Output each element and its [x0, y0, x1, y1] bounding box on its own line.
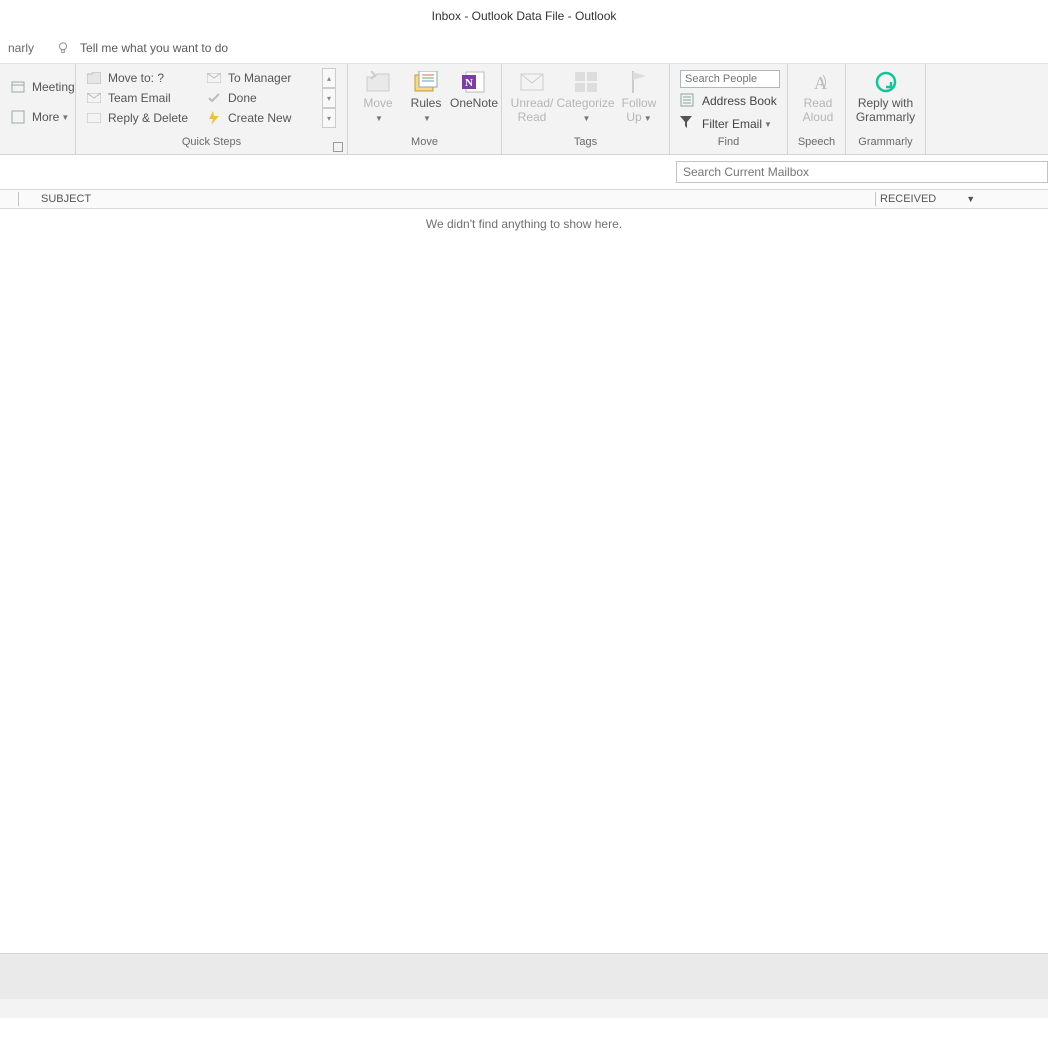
move-button[interactable]: Move▼ [354, 68, 402, 128]
qs-scroll-down[interactable]: ▾ [322, 88, 336, 108]
address-book-button[interactable]: Address Book [680, 91, 780, 111]
qs-teamemail[interactable]: Team Email [82, 88, 202, 108]
group-label-blank [0, 136, 75, 154]
qs-moveto[interactable]: Move to: ? [82, 68, 202, 88]
status-bar [0, 953, 1048, 999]
filter-email-button[interactable]: Filter Email ▼ [680, 114, 780, 134]
col-subject[interactable]: SUBJECT [41, 193, 871, 205]
lightning-icon [206, 110, 222, 126]
followup-button[interactable]: FollowUp▼ [615, 68, 663, 128]
meeting-button[interactable]: Meeting [6, 77, 79, 97]
qs-scroll-up[interactable]: ▴ [322, 68, 336, 88]
quicksteps-dialog-launcher[interactable] [333, 142, 343, 152]
chevron-down-icon: ▼ [644, 114, 652, 123]
qs-done[interactable]: Done [202, 88, 322, 108]
funnel-icon [680, 116, 696, 132]
group-label-grammarly: Grammarly [846, 136, 925, 154]
more-label: More [32, 110, 59, 124]
column-header: SUBJECT RECEIVED ▼ [0, 189, 1048, 209]
mail-icon [86, 90, 102, 106]
lightbulb-icon [56, 41, 70, 55]
chevron-down-icon: ▼ [583, 114, 591, 123]
categorize-button[interactable]: Categorize▼ [556, 68, 615, 128]
group-label-tags: Tags [502, 136, 669, 154]
chevron-down-icon: ▼ [423, 114, 431, 123]
col-received[interactable]: RECEIVED ▼ [880, 193, 1048, 205]
check-icon [206, 90, 222, 106]
qs-expand[interactable]: ▾ [322, 108, 336, 128]
chevron-down-icon: ▼ [61, 113, 69, 122]
search-mailbox-input[interactable] [676, 161, 1048, 183]
meeting-label: Meeting [32, 80, 75, 94]
qs-tomanager[interactable]: To Manager [202, 68, 322, 88]
rules-icon [412, 70, 440, 94]
read-aloud-button[interactable]: A ReadAloud [794, 68, 842, 126]
folder-icon [86, 70, 102, 86]
onenote-button[interactable]: N OneNote [450, 68, 498, 112]
title-bar: Inbox - Outlook Data File - Outlook [0, 0, 1048, 32]
empty-message: We didn't find anything to show here. [0, 209, 1048, 231]
tellme-row: narly Tell me what you want to do [0, 32, 1048, 64]
categorize-icon [572, 70, 600, 94]
grammarly-icon [872, 70, 900, 94]
move-folder-icon [364, 70, 392, 94]
calendar-icon [10, 79, 26, 95]
read-aloud-icon: A [804, 70, 832, 94]
onenote-icon: N [460, 70, 488, 94]
more-button[interactable]: More ▼ [6, 107, 73, 127]
reply-grammarly-button[interactable]: Reply withGrammarly [852, 68, 919, 126]
qs-createnew[interactable]: Create New [202, 108, 322, 128]
sort-desc-icon: ▼ [966, 194, 975, 204]
group-label-speech: Speech [788, 136, 845, 154]
search-people-input[interactable] [680, 70, 780, 88]
message-list: We didn't find anything to show here. [0, 209, 1048, 953]
flag-icon [625, 70, 653, 94]
tab-partial[interactable]: narly [8, 41, 34, 55]
ribbon: Meeting More ▼ Move to: ? To Man [0, 64, 1048, 155]
bottom-strip [0, 999, 1048, 1018]
envelope-icon [518, 70, 546, 94]
svg-text:N: N [465, 77, 473, 89]
more-icon [10, 109, 26, 125]
address-book-icon [680, 93, 696, 109]
reply-delete-icon [86, 110, 102, 126]
tellme-input[interactable]: Tell me what you want to do [80, 41, 228, 55]
forward-icon [206, 70, 222, 86]
chevron-down-icon: ▼ [375, 114, 383, 123]
group-label-find: Find [670, 136, 787, 154]
group-label-move: Move [348, 136, 501, 154]
group-label-quicksteps: Quick Steps [76, 136, 347, 154]
unread-read-button[interactable]: Unread/Read [508, 68, 556, 126]
window-title: Inbox - Outlook Data File - Outlook [432, 9, 617, 23]
qs-replydelete[interactable]: Reply & Delete [82, 108, 202, 128]
chevron-down-icon: ▼ [764, 120, 772, 129]
search-bar-row [0, 155, 1048, 189]
rules-button[interactable]: Rules▼ [402, 68, 450, 128]
